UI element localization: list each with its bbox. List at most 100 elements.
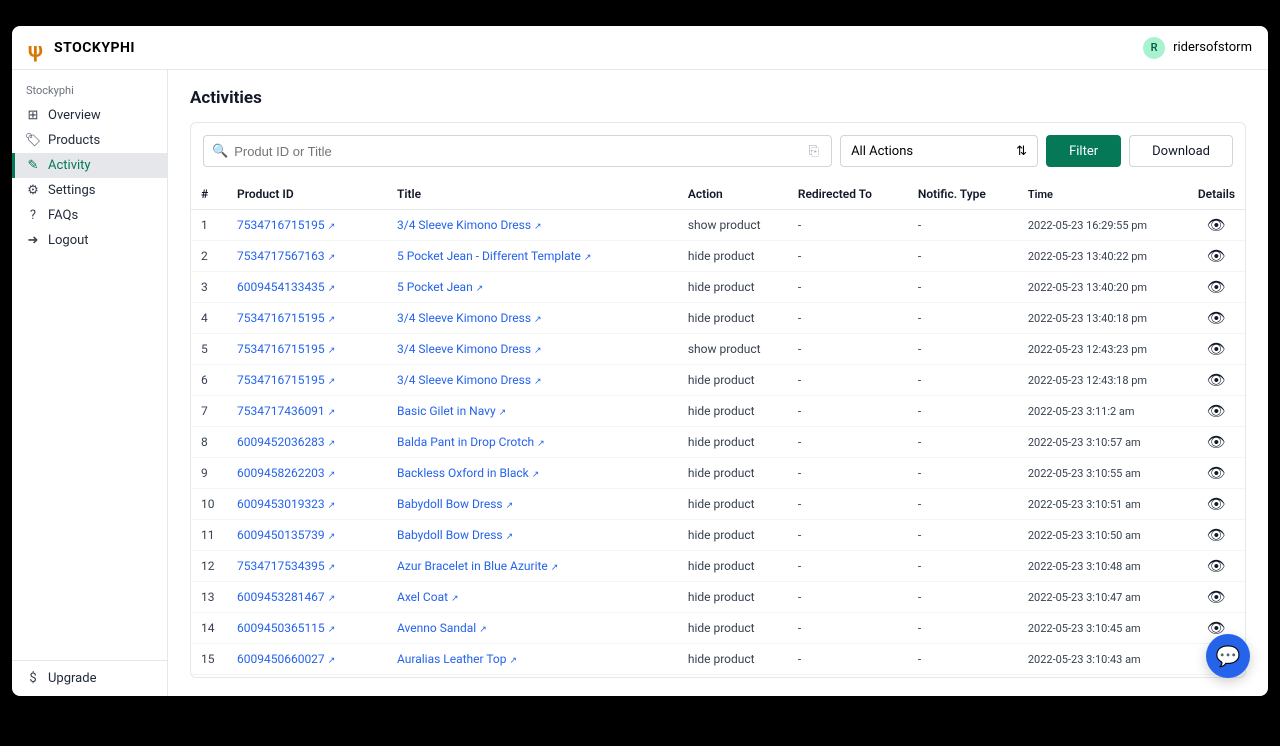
external-link-icon: ↗: [534, 222, 542, 232]
product-id-link[interactable]: 7534716715195↗: [237, 218, 335, 232]
cell-time: 2022-05-23 3:10:45 am: [1018, 613, 1188, 644]
cell-notif: -: [908, 365, 1018, 396]
chat-fab[interactable]: 💬: [1206, 634, 1250, 678]
sidebar-item-settings[interactable]: ⚙Settings: [12, 178, 167, 203]
brand-name: STOCKYPHI: [54, 40, 135, 56]
product-id-link[interactable]: 7534717534395↗: [237, 559, 335, 573]
view-details-button[interactable]: 👁: [1207, 216, 1226, 234]
external-link-icon: ↗: [534, 377, 542, 387]
search-icon: 🔍: [212, 144, 228, 159]
action-filter-select[interactable]: All Actions ⇅: [840, 135, 1038, 167]
product-title-link[interactable]: Basic Gilet in Navy↗: [397, 404, 506, 418]
external-link-icon: ↗: [328, 594, 336, 604]
cell-redir: -: [788, 644, 908, 675]
view-details-button[interactable]: 👁: [1207, 464, 1226, 482]
product-title-link[interactable]: Axel Coat↗: [397, 590, 459, 604]
product-id-link[interactable]: 6009450135739↗: [237, 528, 335, 542]
external-link-icon: ↗: [328, 625, 336, 635]
product-title-link[interactable]: 5 Pocket Jean - Different Template↗: [397, 249, 591, 263]
product-id-link[interactable]: 6009452036283↗: [237, 435, 335, 449]
table-row: 36009454133435↗5 Pocket Jean↗hide produc…: [191, 272, 1245, 303]
brand[interactable]: ψ STOCKYPHI: [28, 38, 135, 58]
nav-icon: ?: [26, 209, 40, 223]
table-row: 86009452036283↗Balda Pant in Drop Crotch…: [191, 427, 1245, 458]
user-menu[interactable]: R ridersofstorm: [1143, 37, 1252, 59]
external-link-icon: ↗: [499, 408, 507, 418]
product-title-link[interactable]: 3/4 Sleeve Kimono Dress↗: [397, 311, 542, 325]
product-title-link[interactable]: Balda Pant in Drop Crotch↗: [397, 435, 545, 449]
product-id-link[interactable]: 6009453019323↗: [237, 497, 335, 511]
product-title-link[interactable]: 5 Pocket Jean↗: [397, 280, 483, 294]
upgrade-button[interactable]: $ Upgrade: [12, 660, 167, 696]
sidebar-item-activity[interactable]: ✎Activity: [12, 153, 167, 178]
cell-num: 3: [191, 272, 227, 303]
nav-icon: ➜: [26, 234, 40, 248]
external-link-icon: ↗: [328, 346, 336, 356]
toolbar: 🔍 ⎘ All Actions ⇅ Filter Download: [191, 123, 1245, 179]
view-details-button[interactable]: 👁: [1207, 495, 1226, 513]
filter-button[interactable]: Filter: [1046, 135, 1121, 167]
scan-icon[interactable]: ⎘: [805, 144, 823, 159]
external-link-icon: ↗: [506, 532, 514, 542]
product-id-link[interactable]: 7534717436091↗: [237, 404, 335, 418]
product-id-link[interactable]: 7534717567163↗: [237, 249, 335, 263]
cell-action: hide product: [678, 365, 788, 396]
product-title-link[interactable]: 3/4 Sleeve Kimono Dress↗: [397, 373, 542, 387]
table-row: 57534716715195↗3/4 Sleeve Kimono Dress↗s…: [191, 334, 1245, 365]
view-details-button[interactable]: 👁: [1207, 402, 1226, 420]
product-title-link[interactable]: 3/4 Sleeve Kimono Dress↗: [397, 218, 542, 232]
cell-redir: -: [788, 551, 908, 582]
view-details-button[interactable]: 👁: [1207, 526, 1226, 544]
sidebar-item-overview[interactable]: ⊞Overview: [12, 103, 167, 128]
main-content: Activities 🔍 ⎘ All Actions ⇅ Filter: [168, 70, 1268, 696]
view-details-button[interactable]: 👁: [1207, 278, 1226, 296]
external-link-icon: ↗: [506, 501, 514, 511]
search-input-wrap[interactable]: 🔍 ⎘: [203, 135, 832, 167]
cell-notif: -: [908, 644, 1018, 675]
external-link-icon: ↗: [451, 594, 459, 604]
product-id-link[interactable]: 7534716715195↗: [237, 373, 335, 387]
nav-icon: 🏷: [26, 134, 40, 148]
table-row: 127534717534395↗Azur Bracelet in Blue Az…: [191, 551, 1245, 582]
product-title-link[interactable]: Backless Oxford in Black↗: [397, 466, 539, 480]
product-id-link[interactable]: 6009450365115↗: [237, 621, 335, 635]
product-id-link[interactable]: 6009450660027↗: [237, 652, 335, 666]
sidebar-item-faqs[interactable]: ?FAQs: [12, 203, 167, 228]
search-input[interactable]: [234, 144, 804, 159]
nav-label: Products: [48, 133, 100, 148]
product-title-link[interactable]: Azur Bracelet in Blue Azurite↗: [397, 559, 558, 573]
cell-action: hide product: [678, 613, 788, 644]
product-id-link[interactable]: 6009453281467↗: [237, 590, 335, 604]
chevron-updown-icon: ⇅: [1016, 144, 1027, 159]
product-id-link[interactable]: 6009458262203↗: [237, 466, 335, 480]
view-details-button[interactable]: 👁: [1207, 557, 1226, 575]
view-details-button[interactable]: 👁: [1207, 371, 1226, 389]
sidebar-item-logout[interactable]: ➜Logout: [12, 228, 167, 253]
product-title-link[interactable]: Auralias Leather Top↗: [397, 652, 517, 666]
external-link-icon: ↗: [584, 253, 592, 263]
table-row: 116009450135739↗Babydoll Bow Dress↗hide …: [191, 520, 1245, 551]
product-title-link[interactable]: Avenno Sandal↗: [397, 621, 487, 635]
upgrade-label: Upgrade: [48, 671, 96, 686]
sidebar-item-products[interactable]: 🏷 Products: [12, 128, 167, 153]
view-details-button[interactable]: 👁: [1207, 309, 1226, 327]
cell-num: 15: [191, 644, 227, 675]
table-row: 47534716715195↗3/4 Sleeve Kimono Dress↗h…: [191, 303, 1245, 334]
cell-action: show product: [678, 334, 788, 365]
product-title-link[interactable]: Babydoll Bow Dress↗: [397, 497, 513, 511]
external-link-icon: ↗: [328, 439, 336, 449]
cell-time: 2022-05-23 3:10:51 am: [1018, 489, 1188, 520]
nav-label: Overview: [48, 108, 101, 123]
view-details-button[interactable]: 👁: [1207, 247, 1226, 265]
product-id-link[interactable]: 7534716715195↗: [237, 311, 335, 325]
product-title-link[interactable]: Babydoll Bow Dress↗: [397, 528, 513, 542]
view-details-button[interactable]: 👁: [1207, 433, 1226, 451]
view-details-button[interactable]: 👁: [1207, 340, 1226, 358]
download-button[interactable]: Download: [1129, 135, 1233, 167]
product-id-link[interactable]: 7534716715195↗: [237, 342, 335, 356]
view-details-button[interactable]: 👁: [1207, 588, 1226, 606]
table-row: 96009458262203↗Backless Oxford in Black↗…: [191, 458, 1245, 489]
table-scroll[interactable]: # Product ID Title Action Redirected To …: [191, 179, 1245, 677]
product-title-link[interactable]: 3/4 Sleeve Kimono Dress↗: [397, 342, 542, 356]
product-id-link[interactable]: 6009454133435↗: [237, 280, 335, 294]
